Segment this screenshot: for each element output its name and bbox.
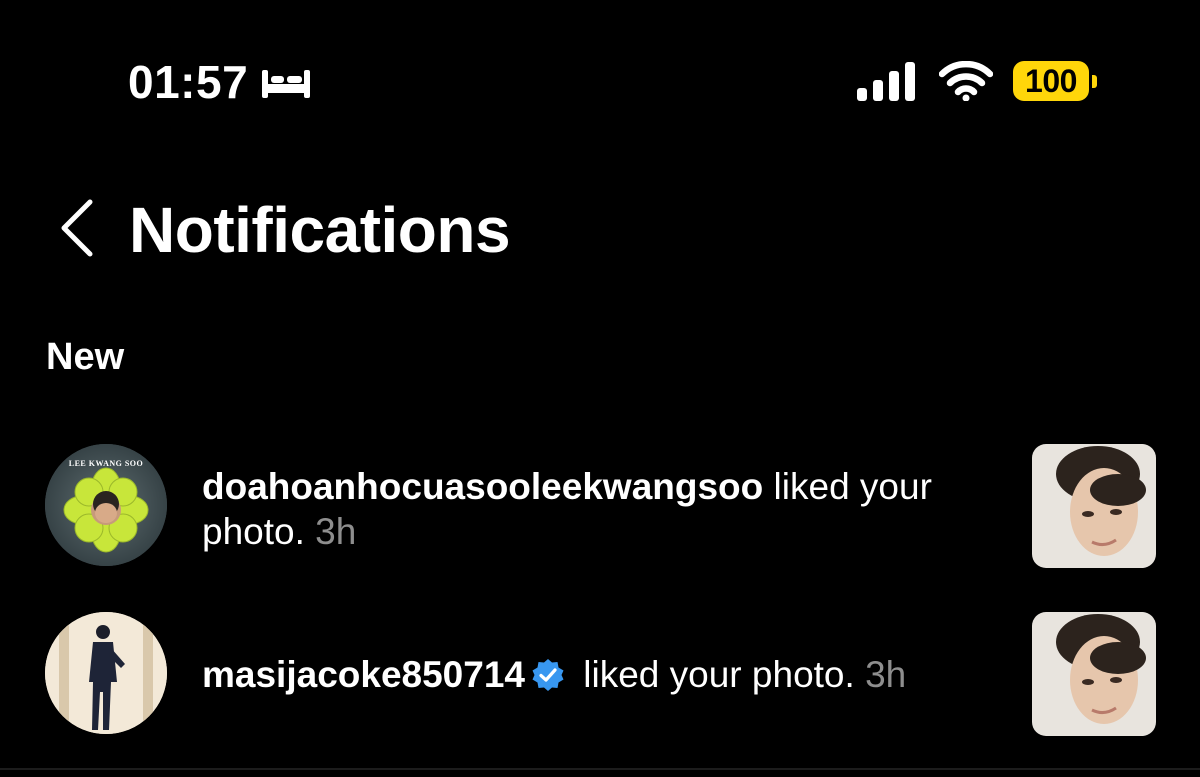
page-title: Notifications — [129, 194, 511, 266]
notification-text: masijacoke850714 liked your photo. 3h — [202, 652, 1002, 697]
post-thumbnail-image — [1032, 444, 1156, 568]
status-bar-left: 01:57 — [128, 56, 312, 108]
timestamp: 3h — [854, 654, 907, 695]
battery-nub — [1092, 74, 1097, 88]
notification-text: doahoanhocuasooleekwangsoo liked your ph… — [202, 464, 1002, 554]
username[interactable]: doahoanhocuasooleekwangsoo — [202, 466, 763, 507]
section-label-new: New — [46, 336, 125, 378]
post-thumbnail-image — [1032, 612, 1156, 736]
bed-icon — [262, 70, 311, 98]
avatar-person-image — [45, 612, 167, 734]
battery-icon: 100 — [1013, 61, 1089, 101]
notification-item[interactable]: LEE KWANG SOO doahoanhocuasooleekwangsoo… — [0, 444, 1200, 574]
status-time: 01:57 — [128, 56, 249, 108]
post-thumbnail[interactable] — [1032, 612, 1156, 736]
username[interactable]: masijacoke850714 — [202, 654, 525, 695]
status-bar-right: 100 — [857, 58, 1097, 104]
post-thumbnail[interactable] — [1032, 444, 1156, 568]
avatar[interactable] — [45, 612, 167, 734]
avatar-caption: LEE KWANG SOO — [68, 459, 144, 468]
signal-icon — [857, 62, 915, 101]
back-chevron-icon[interactable] — [56, 196, 98, 260]
wifi-icon — [939, 61, 993, 101]
notification-item[interactable]: masijacoke850714 liked your photo. 3h — [0, 612, 1200, 742]
divider — [0, 768, 1200, 770]
notification-action: liked your photo. — [573, 654, 855, 695]
battery-level: 100 — [1025, 62, 1077, 99]
avatar[interactable]: LEE KWANG SOO — [45, 444, 167, 566]
timestamp: 3h — [304, 511, 357, 552]
verified-badge-icon — [532, 659, 564, 691]
